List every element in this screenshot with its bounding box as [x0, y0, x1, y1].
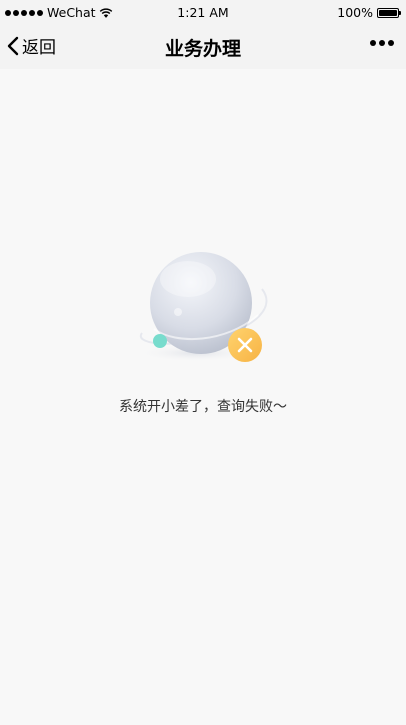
battery-percent: 100%	[337, 5, 373, 20]
page-title: 业务办理	[164, 38, 241, 60]
back-button[interactable]: 返回	[6, 33, 56, 58]
chevron-left-icon	[7, 36, 19, 55]
more-icon	[370, 40, 376, 46]
status-right: 100%	[337, 5, 401, 20]
more-button[interactable]	[370, 40, 394, 46]
nav-bar: 返回 业务办理	[0, 24, 406, 69]
error-message: 系统开小差了，查询失败～	[119, 399, 287, 415]
back-label: 返回	[22, 38, 56, 58]
battery-icon	[377, 7, 401, 18]
planet-error-illustration	[136, 252, 268, 362]
status-bar: WeChat 1:21 AM 100%	[0, 0, 406, 24]
